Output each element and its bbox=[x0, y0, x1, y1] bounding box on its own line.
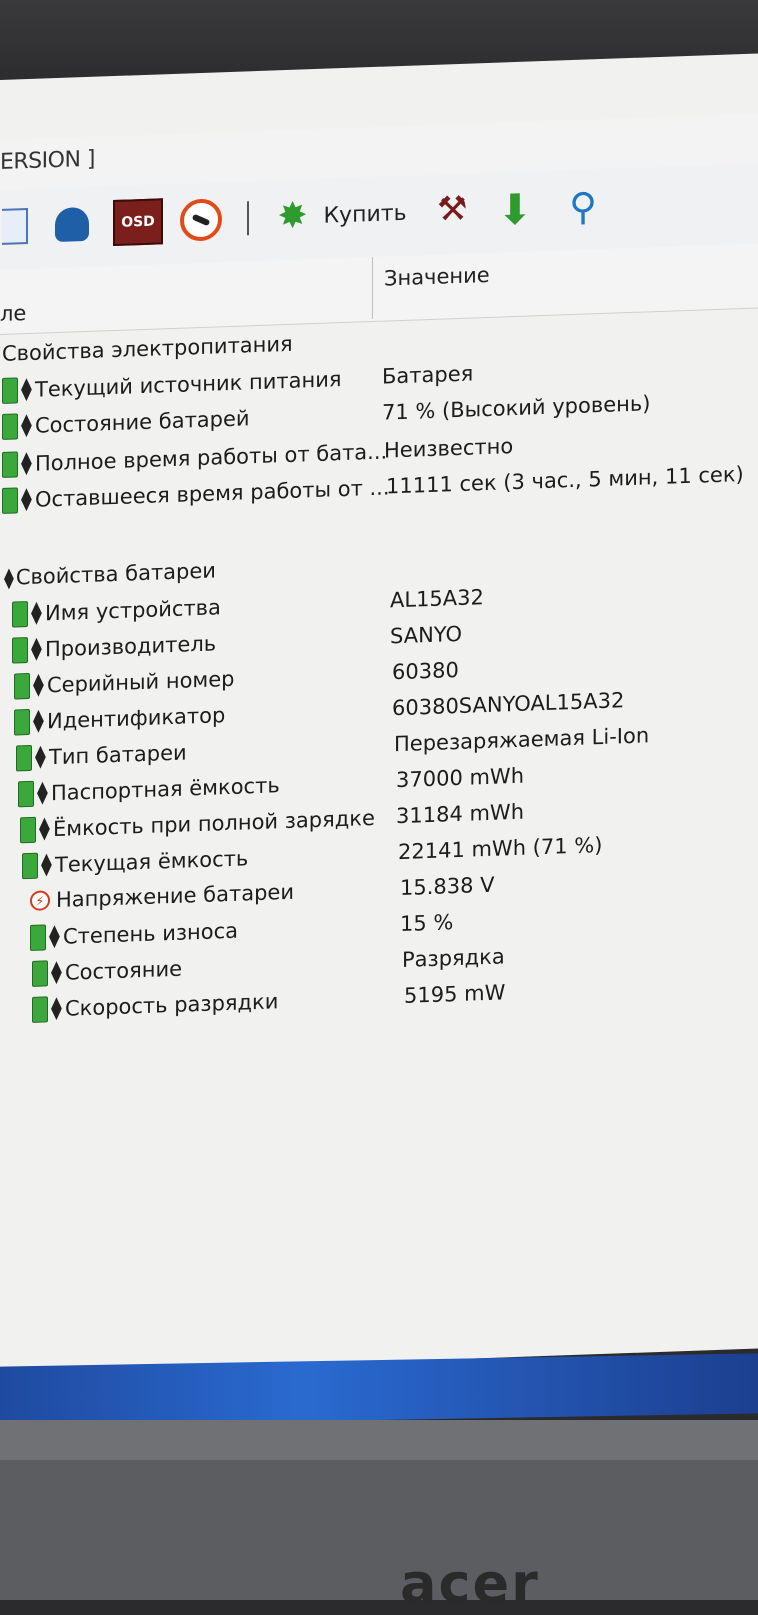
row-value: AL15A32 bbox=[390, 585, 484, 613]
row-field: Производитель bbox=[45, 631, 217, 662]
row-value: 60380 bbox=[392, 657, 459, 685]
column-header-field[interactable]: ле bbox=[0, 301, 26, 326]
plug-icon: ⧫ bbox=[21, 412, 32, 439]
buy-label: Купить bbox=[323, 200, 407, 229]
row-value: 37000 mWh bbox=[396, 763, 525, 793]
benchmark-button[interactable] bbox=[176, 196, 226, 244]
plug-icon: ⧫ bbox=[49, 923, 60, 950]
row-value: Неизвестно bbox=[384, 434, 514, 463]
plug-icon: ⧫ bbox=[21, 450, 32, 477]
star-icon: ✸ bbox=[277, 195, 308, 238]
plug-icon: ⧫ bbox=[21, 486, 32, 513]
report-button[interactable] bbox=[0, 203, 30, 250]
taskbar bbox=[0, 1353, 758, 1427]
search-icon: ⚲ bbox=[569, 184, 597, 230]
search-button[interactable]: ⚲ bbox=[560, 183, 606, 231]
osd-button[interactable]: OSD bbox=[112, 198, 164, 247]
plug-icon: ⧫ bbox=[35, 744, 46, 770]
buy-button[interactable]: ✸ Купить bbox=[272, 190, 412, 241]
row-value: SANYO bbox=[390, 621, 463, 649]
row-value: 5195 mW bbox=[404, 980, 506, 1008]
screen-bezel-bottom: acer bbox=[0, 1420, 758, 1615]
tools-icon: ⚒ bbox=[437, 188, 468, 230]
battery-icon bbox=[22, 852, 38, 880]
app-window: ERSION ] OSD ✸ Купить ⚒ ⬇ ⚲ ле Значение … bbox=[0, 53, 758, 1376]
battery-icon bbox=[2, 413, 18, 440]
battery-icon bbox=[12, 601, 28, 628]
user-icon bbox=[55, 206, 89, 243]
row-field: Серийный номер bbox=[47, 666, 235, 698]
plug-icon: ⧫ bbox=[37, 780, 48, 806]
plug-icon: ⧫ bbox=[33, 672, 44, 698]
battery-icon bbox=[16, 744, 32, 772]
toolbar-separator bbox=[246, 195, 250, 241]
tools-button[interactable]: ⚒ bbox=[432, 187, 478, 235]
column-divider[interactable] bbox=[372, 256, 373, 320]
row-field: Степень износа bbox=[63, 918, 239, 949]
battery-icon bbox=[14, 708, 30, 736]
osd-icon: OSD bbox=[113, 198, 163, 247]
user-button[interactable] bbox=[52, 201, 92, 248]
gauge-icon bbox=[180, 198, 222, 242]
row-value: Батарея bbox=[382, 361, 474, 389]
window-title: ERSION ] bbox=[0, 146, 95, 175]
bezel-panel bbox=[0, 1460, 758, 1600]
battery-icon bbox=[32, 960, 48, 987]
section-title: Свойства электропитания bbox=[2, 331, 293, 366]
row-field: Текущая ёмкость bbox=[55, 846, 249, 878]
plug-icon: ⧫ bbox=[33, 708, 44, 734]
row-field: Идентификатор bbox=[47, 703, 226, 734]
brand-logo: acer bbox=[400, 1552, 540, 1615]
plug-icon: ⧫ bbox=[31, 636, 42, 662]
report-icon bbox=[2, 208, 28, 245]
row-field: Тип батареи bbox=[49, 740, 187, 770]
row-field: Паспортная ёмкость bbox=[51, 773, 280, 806]
row-field: Скорость разрядки bbox=[65, 989, 279, 1021]
battery-icon bbox=[2, 451, 18, 478]
row-value: 15.838 V bbox=[400, 872, 495, 901]
row-value: 31184 mWh bbox=[396, 799, 525, 829]
battery-icon bbox=[2, 487, 18, 514]
row-value: 15 % bbox=[400, 910, 454, 937]
section-title: Свойства батареи bbox=[15, 558, 216, 590]
row-field: Имя устройства bbox=[45, 595, 221, 626]
battery-icon bbox=[20, 816, 36, 844]
battery-icon bbox=[18, 780, 34, 808]
battery-icon bbox=[32, 996, 48, 1023]
row-value: 22141 mWh (71 %) bbox=[398, 832, 603, 865]
download-button[interactable]: ⬇ bbox=[492, 183, 538, 235]
plug-icon: ⧫ bbox=[51, 959, 62, 986]
battery-icon bbox=[30, 924, 46, 951]
plug-icon: ⧫ bbox=[39, 816, 50, 842]
row-value: Разрядка bbox=[402, 944, 505, 972]
column-header-value[interactable]: Значение bbox=[384, 263, 490, 291]
battery-icon bbox=[14, 672, 30, 700]
lightning-icon: ⚡ bbox=[30, 890, 50, 911]
plug-icon: ⧫ bbox=[41, 852, 52, 878]
plug-icon: ⧫ bbox=[31, 600, 42, 626]
battery-icon bbox=[2, 377, 18, 404]
battery-icon bbox=[12, 637, 28, 664]
plug-icon: ⧫ bbox=[51, 995, 62, 1022]
plug-icon: ⧫ bbox=[21, 376, 32, 403]
plug-icon: ⧫ bbox=[4, 565, 14, 590]
row-field: Состояние батарей bbox=[35, 406, 250, 438]
row-field: Состояние bbox=[65, 956, 183, 985]
arrow-down-icon: ⬇ bbox=[497, 183, 533, 235]
